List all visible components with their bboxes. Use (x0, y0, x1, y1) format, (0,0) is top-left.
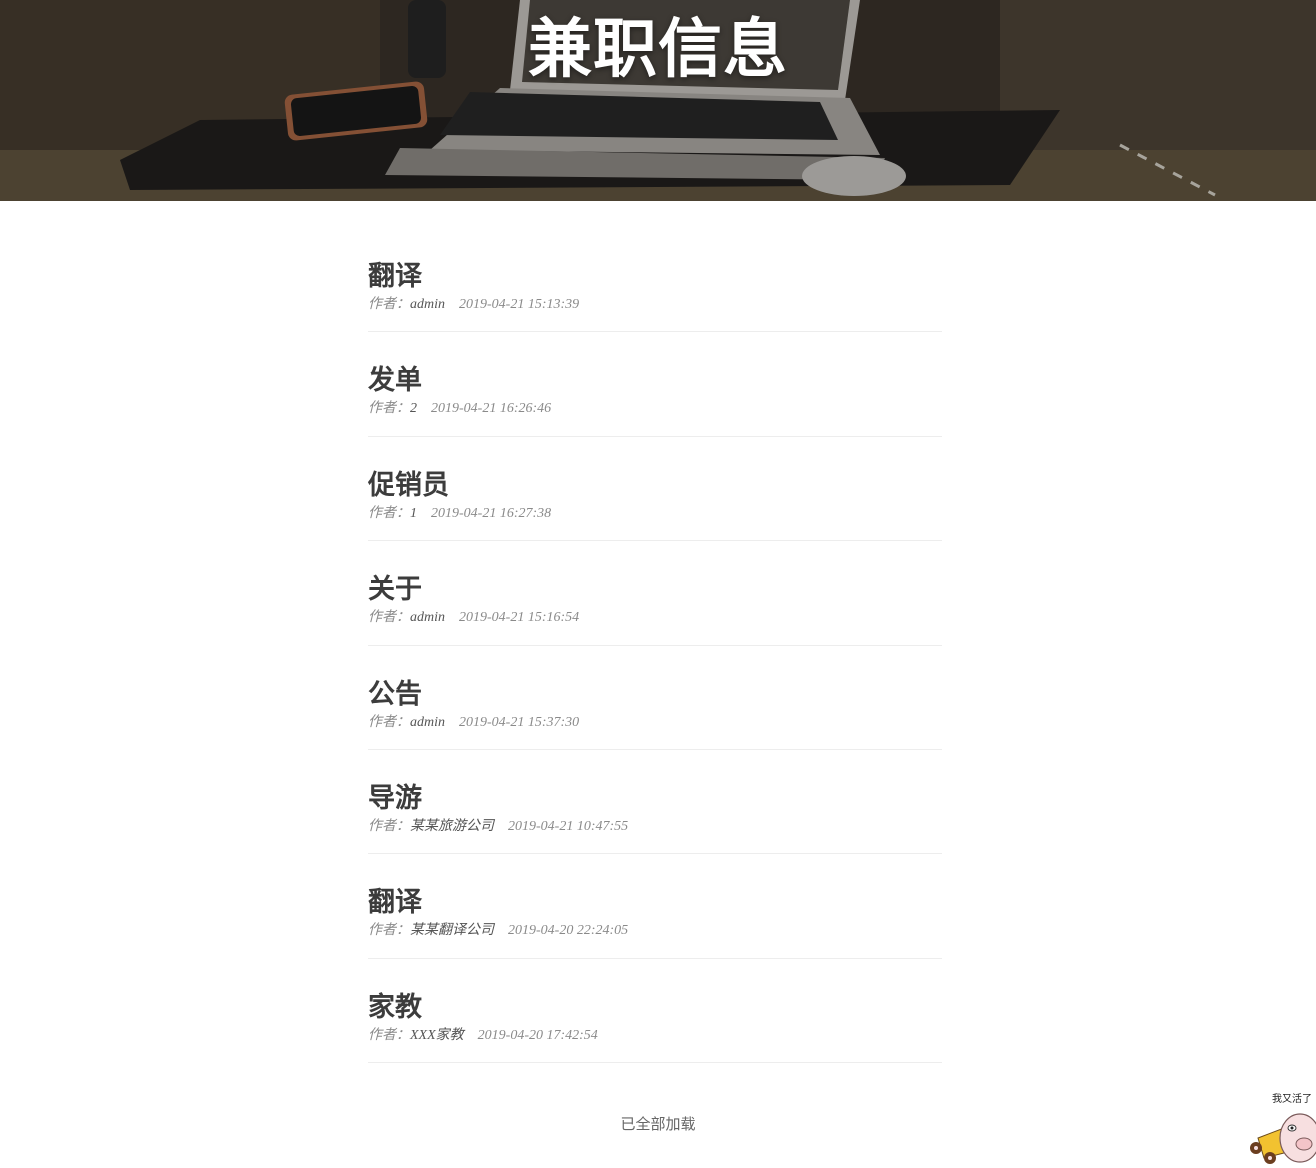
author-label: 作者： (368, 401, 410, 417)
post-item[interactable]: 导游 作者：某某旅游公司 2019-04-21 10:47:55 (368, 750, 942, 855)
post-author: admin (410, 714, 445, 730)
post-title[interactable]: 家教 (368, 991, 942, 1025)
post-list: 翻译 作者：admin 2019-04-21 15:13:39 发单 作者：2 20… (368, 228, 942, 1064)
post-date: 2019-04-21 10:47:55 (508, 818, 629, 834)
post-author: 2 (410, 401, 417, 417)
post-author: 某某旅游公司 (410, 818, 494, 834)
mascot-speech-text: 我又活了 (1272, 1094, 1312, 1105)
author-label: 作者： (368, 923, 410, 939)
post-title[interactable]: 翻译 (368, 260, 942, 294)
load-status-text: 已全部加载 (620, 1115, 696, 1133)
author-label: 作者： (368, 714, 410, 730)
hero-banner: 兼职信息 (0, 0, 1316, 201)
post-item[interactable]: 促销员 作者：1 2019-04-21 16:27:38 (368, 437, 942, 542)
author-label: 作者： (368, 297, 410, 312)
post-date: 2019-04-21 16:27:38 (431, 505, 552, 521)
author-label: 作者： (368, 610, 410, 626)
post-item[interactable]: 家教 作者：XXX家教 2019-04-20 17:42:54 (368, 959, 942, 1064)
page-title: 兼职信息 (528, 13, 788, 87)
author-label: 作者： (368, 505, 410, 521)
post-item[interactable]: 翻译 作者：admin 2019-04-21 15:13:39 (368, 228, 942, 333)
post-item[interactable]: 发单 作者：2 2019-04-21 16:26:46 (368, 332, 942, 437)
post-author: 1 (410, 505, 417, 521)
post-date: 2019-04-20 22:24:05 (508, 923, 629, 939)
post-date: 2019-04-21 15:13:39 (459, 297, 580, 312)
post-title[interactable]: 关于 (368, 573, 942, 607)
post-meta: 作者：admin 2019-04-21 15:13:39 (368, 296, 942, 314)
post-meta: 作者：某某翻译公司 2019-04-20 22:24:05 (368, 922, 942, 940)
post-date: 2019-04-20 17:42:54 (477, 1027, 598, 1043)
post-meta: 作者：2 2019-04-21 16:26:46 (368, 400, 942, 418)
post-title[interactable]: 公告 (368, 678, 942, 712)
post-meta: 作者：XXX家教 2019-04-20 17:42:54 (368, 1027, 942, 1045)
post-title[interactable]: 导游 (368, 782, 942, 816)
post-title[interactable]: 促销员 (368, 469, 942, 503)
post-item[interactable]: 翻译 作者：某某翻译公司 2019-04-20 22:24:05 (368, 854, 942, 959)
post-item[interactable]: 公告 作者：admin 2019-04-21 15:37:30 (368, 646, 942, 750)
post-meta: 作者：1 2019-04-21 16:27:38 (368, 505, 942, 523)
post-author: admin (410, 610, 445, 626)
post-date: 2019-04-21 16:26:46 (431, 401, 552, 417)
post-title[interactable]: 翻译 (368, 886, 942, 920)
post-title[interactable]: 发单 (368, 364, 942, 398)
post-author: admin (410, 297, 445, 312)
post-meta: 作者：admin 2019-04-21 15:37:30 (368, 714, 942, 732)
post-meta: 作者：某某旅游公司 2019-04-21 10:47:55 (368, 818, 942, 836)
post-date: 2019-04-21 15:16:54 (459, 610, 580, 626)
author-label: 作者： (368, 1027, 410, 1043)
post-item[interactable]: 关于 作者：admin 2019-04-21 15:16:54 (368, 541, 942, 646)
post-date: 2019-04-21 15:37:30 (459, 714, 580, 730)
post-meta: 作者：admin 2019-04-21 15:16:54 (368, 609, 942, 627)
author-label: 作者： (368, 818, 410, 834)
post-author: 某某翻译公司 (410, 923, 494, 939)
post-author: XXX家教 (410, 1027, 464, 1043)
